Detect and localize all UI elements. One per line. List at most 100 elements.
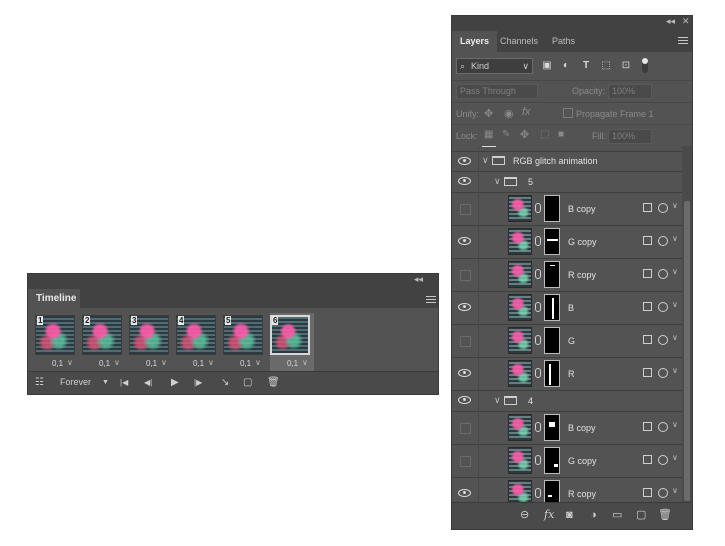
tab-layers[interactable]: Layers [452,31,498,52]
panel-menu-icon[interactable] [426,296,436,304]
eye-cell[interactable] [452,390,479,411]
new-layer-icon[interactable]: ▢ [636,509,646,521]
copy-frame-icon[interactable] [643,368,652,377]
loop-select[interactable]: Forever [60,376,91,389]
eye-cell[interactable] [452,291,479,324]
frame-duration[interactable]: 0,1 [99,359,110,368]
new-frame-icon[interactable]: ▢ [243,376,252,389]
eye-icon[interactable] [458,489,471,497]
eye-cell[interactable] [452,151,479,171]
layer-mask-thumbnail[interactable] [544,294,560,321]
layer-mask-thumbnail[interactable] [544,195,560,222]
convert-timeline-icon[interactable]: ☷ [35,376,44,389]
chevron-down-icon[interactable]: ∨ [672,333,678,342]
blend-icon[interactable] [658,302,668,312]
copy-frame-icon[interactable] [643,236,652,245]
fx-icon[interactable]: fx [544,509,554,521]
frame-duration[interactable]: 0,1 [287,359,298,368]
copy-frame-icon[interactable] [643,335,652,344]
frame-2[interactable]: 2 0,1 ∨ [82,313,126,371]
eye-icon[interactable] [458,396,471,404]
chevron-down-icon[interactable]: ∨ [302,358,308,367]
collapse-icon[interactable]: ◂◂ [414,275,423,284]
frame-duration[interactable]: 0,1 [193,359,204,368]
group-row-main[interactable]: ∨ RGB glitch animation [452,151,682,172]
blend-icon[interactable] [658,422,668,432]
blend-icon[interactable] [658,488,668,498]
blend-icon[interactable] [658,455,668,465]
chevron-down-icon[interactable]: ∨ [672,453,678,462]
layer-mask-thumbnail[interactable] [544,261,560,288]
frame-duration[interactable]: 0,1 [146,359,157,368]
unify-style-icon[interactable]: fx [522,106,531,118]
layer-mask-thumbnail[interactable] [544,228,560,255]
tab-channels[interactable]: Channels [500,31,538,52]
chevron-down-icon[interactable]: ∨ [482,155,489,166]
link-icon[interactable] [535,488,541,498]
eye-icon[interactable] [458,177,471,185]
link-layers-icon[interactable]: ⊖ [520,509,529,521]
filter-toggle[interactable] [642,58,648,73]
copy-frame-icon[interactable] [643,488,652,497]
adjustment-filter-icon[interactable]: ◐ [560,60,572,72]
frame-1[interactable]: 1 0,1 ∨ [35,313,79,371]
collapse-icon[interactable]: ◂◂ [666,17,675,26]
frame-4[interactable]: 4 0,1 ∨ [176,313,220,371]
blend-icon[interactable] [658,368,668,378]
chevron-down-icon[interactable]: ∨ [208,358,214,367]
previous-frame-icon[interactable]: ◀| [144,376,152,389]
chevron-down-icon[interactable]: ∨ [114,358,120,367]
layer-row[interactable]: R copy ∨ [452,258,682,292]
visibility-box[interactable] [460,423,471,434]
panel-menu-icon[interactable] [678,37,688,45]
layer-mask-thumbnail[interactable] [544,360,560,387]
layer-row[interactable]: G ∨ [452,324,682,358]
close-icon[interactable]: ✕ [682,17,690,26]
layer-row[interactable]: R copy ∨ [452,477,682,504]
image-filter-icon[interactable]: ▣ [541,60,553,72]
eye-icon[interactable] [458,303,471,311]
next-frame-icon[interactable]: |▶ [194,376,202,389]
eye-cell[interactable] [452,411,479,444]
eye-cell[interactable] [452,225,479,258]
link-icon[interactable] [535,368,541,378]
lock-all-icon[interactable]: ■ [558,129,564,140]
lock-artboard-icon[interactable]: ⬚ [540,129,549,140]
tween-icon[interactable]: ↘ [221,376,229,389]
eye-cell[interactable] [452,192,479,225]
copy-frame-icon[interactable] [643,203,652,212]
shape-filter-icon[interactable]: ⬚ [600,60,612,72]
lock-position-icon[interactable]: ✥ [520,128,529,141]
fill-field[interactable]: 100% [608,129,652,144]
filter-kind-select[interactable]: ⌕ Kind ∨ [456,58,533,74]
layer-mask-thumbnail[interactable] [544,447,560,474]
copy-frame-icon[interactable] [643,422,652,431]
layer-row[interactable]: B copy ∨ [452,411,682,445]
propagate-checkbox[interactable] [563,108,573,118]
eye-icon[interactable] [458,157,471,165]
chevron-down-icon[interactable]: ∨ [67,358,73,367]
eye-cell[interactable] [452,171,479,192]
trash-icon[interactable]: 🗑 [658,509,672,521]
opacity-field[interactable]: 100% [608,84,652,99]
new-group-icon[interactable]: ▭ [612,509,622,521]
frame-3[interactable]: 3 0,1 ∨ [129,313,173,371]
layer-mask-thumbnail[interactable] [544,327,560,354]
blend-icon[interactable] [658,203,668,213]
chevron-down-icon[interactable]: ∨ [672,234,678,243]
chevron-down-icon[interactable]: ∨ [255,358,261,367]
eye-icon[interactable] [458,369,471,377]
tab-timeline[interactable]: Timeline [28,289,80,308]
layers-scrollbar[interactable] [682,146,692,504]
lock-transparent-icon[interactable]: ▦ [484,129,493,140]
chevron-down-icon[interactable]: ∨ [672,201,678,210]
layer-row[interactable]: G copy ∨ [452,444,682,478]
chevron-down-icon[interactable]: ∨ [161,358,167,367]
tab-paths[interactable]: Paths [552,31,575,52]
layer-row[interactable]: G copy ∨ [452,225,682,259]
visibility-box[interactable] [460,270,471,281]
frame-duration[interactable]: 0,1 [240,359,251,368]
link-icon[interactable] [535,203,541,213]
trash-icon[interactable]: 🗑 [267,376,280,389]
eye-cell[interactable] [452,444,479,477]
